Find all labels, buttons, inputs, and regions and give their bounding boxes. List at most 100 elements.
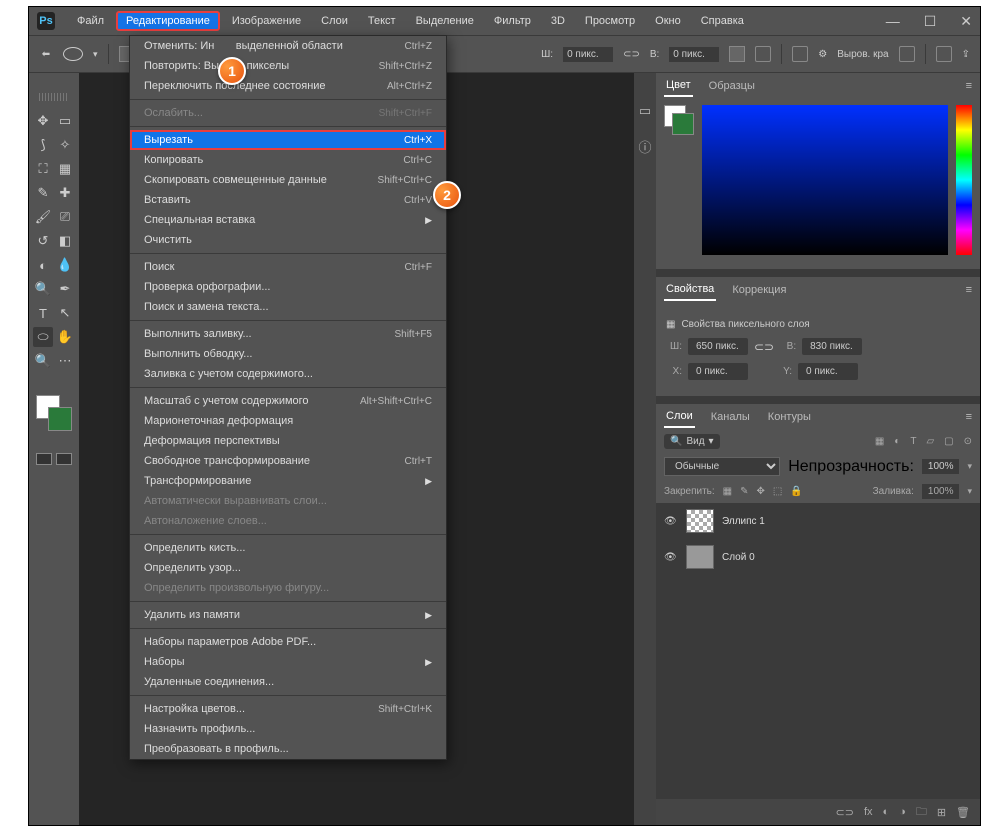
link-icon[interactable]: ⊂⊃ (754, 340, 774, 354)
menu-spellcheck[interactable]: Проверка орфографии... (130, 277, 446, 297)
layer-filter[interactable]: 🔍 Вид ▾ (664, 434, 720, 449)
menu-content-scale[interactable]: Масштаб с учетом содержимогоAlt+Shift+Ct… (130, 391, 446, 411)
heal-tool[interactable]: ✚ (55, 183, 75, 203)
tab-paths[interactable]: Контуры (766, 407, 813, 427)
move-tool[interactable]: ✥ (33, 111, 53, 131)
tab-swatches[interactable]: Образцы (707, 76, 757, 96)
menu-paste-special[interactable]: Специальная вставка▶ (130, 210, 446, 230)
menu-presets[interactable]: Наборы▶ (130, 652, 446, 672)
width-input[interactable] (563, 47, 613, 62)
menu-search[interactable]: ПоискCtrl+F (130, 257, 446, 277)
w-field[interactable]: 650 пикс. (688, 338, 748, 355)
visibility-icon[interactable]: 👁 (664, 552, 678, 563)
x-field[interactable]: 0 пикс. (688, 363, 748, 380)
h-field[interactable]: 830 пикс. (802, 338, 862, 355)
menu-3d[interactable]: 3D (543, 11, 573, 31)
path-tool[interactable]: ↖ (55, 303, 75, 323)
menu-help[interactable]: Справка (693, 11, 752, 31)
eyedropper-tool[interactable]: ✎ (33, 183, 53, 203)
gradient-tool[interactable]: ◐ (33, 255, 53, 275)
opacity-field[interactable]: 100% (922, 459, 960, 474)
home-icon[interactable]: ⬅ (39, 49, 53, 60)
more-tool[interactable]: ⋯ (55, 351, 75, 371)
menu-stroke[interactable]: Выполнить обводку... (130, 344, 446, 364)
crop-tool[interactable]: ⛶ (33, 159, 53, 179)
link-icon[interactable]: ⊂⊃ (623, 49, 640, 60)
menu-perspective-warp[interactable]: Деформация перспективы (130, 431, 446, 451)
height-input[interactable] (669, 47, 719, 62)
frame-tool[interactable]: ▦ (55, 159, 75, 179)
chevron-down-icon[interactable]: ▾ (93, 49, 98, 60)
menu-paste[interactable]: ВставитьCtrl+V (130, 190, 446, 210)
lock-pixels-icon[interactable]: ▦ (723, 486, 732, 497)
tab-channels[interactable]: Каналы (709, 407, 752, 427)
share-icon[interactable]: ⇪ (962, 49, 970, 60)
group-icon[interactable]: 🗀 (916, 803, 927, 822)
adjustment-icon[interactable]: ◑ (899, 806, 906, 818)
menu-define-pattern[interactable]: Определить узор... (130, 558, 446, 578)
hue-slider[interactable] (956, 105, 972, 255)
menu-edit[interactable]: Редактирование (116, 11, 220, 31)
menu-convert-profile[interactable]: Преобразовать в профиль... (130, 739, 446, 759)
menu-copy[interactable]: КопироватьCtrl+C (130, 150, 446, 170)
pathop-icon[interactable] (792, 46, 808, 62)
menu-filter[interactable]: Фильтр (486, 11, 539, 31)
minimize-icon[interactable]: — (886, 13, 900, 30)
ellipse-shape-icon[interactable] (63, 47, 83, 61)
panel-menu-icon[interactable]: ≡ (966, 411, 972, 423)
menu-assign-profile[interactable]: Назначить профиль... (130, 719, 446, 739)
panel-menu-icon[interactable]: ≡ (966, 284, 972, 296)
dodge-tool[interactable]: 🔍 (33, 279, 53, 299)
menu-clear[interactable]: Очистить (130, 230, 446, 250)
menu-fill[interactable]: Выполнить заливку...Shift+F5 (130, 324, 446, 344)
type-tool[interactable]: T (33, 303, 53, 323)
menu-free-transform[interactable]: Свободное трансформированиеCtrl+T (130, 451, 446, 471)
menu-file[interactable]: Файл (69, 11, 112, 31)
lock-nest-icon[interactable]: ⬚ (773, 486, 782, 497)
zoom-tool[interactable]: 🔍 (33, 351, 53, 371)
fx-icon[interactable]: fx (864, 806, 873, 818)
menu-undo[interactable]: Отменить: Ин выделенной областиCtrl+Z (130, 36, 446, 56)
history-brush-tool[interactable]: ↺ (33, 231, 53, 251)
fg-bg-swatch[interactable] (664, 105, 694, 135)
align-icon[interactable] (755, 46, 771, 62)
filter-adjust-icon[interactable]: ◐ (894, 436, 900, 447)
wand-tool[interactable]: ✧ (55, 135, 75, 155)
tab-color[interactable]: Цвет (664, 75, 693, 97)
marquee-tool[interactable]: ▭ (55, 111, 75, 131)
lock-all-icon[interactable]: 🔒 (790, 486, 802, 497)
mask-icon[interactable]: ◐ (883, 806, 890, 818)
menu-view[interactable]: Просмотр (577, 11, 643, 31)
color-swatches[interactable] (36, 395, 72, 431)
stamp-tool[interactable]: ⎚ (55, 207, 75, 227)
opt-icon[interactable] (899, 46, 915, 62)
info-icon[interactable]: ⓘ (638, 137, 651, 156)
y-field[interactable]: 0 пикс. (798, 363, 858, 380)
fill-field[interactable]: 100% (922, 484, 960, 499)
blur-tool[interactable]: 💧 (55, 255, 75, 275)
panel-menu-icon[interactable]: ≡ (966, 80, 972, 92)
tab-adjustments[interactable]: Коррекция (730, 280, 788, 300)
blend-mode-select[interactable]: Обычные (664, 457, 780, 476)
menu-cut[interactable]: ВырезатьCtrl+X (130, 130, 446, 150)
lasso-tool[interactable]: ⟆ (33, 135, 53, 155)
hand-tool[interactable]: ✋ (55, 327, 75, 347)
visibility-icon[interactable]: 👁 (664, 516, 678, 527)
brush-tool[interactable]: 🖌 (33, 207, 53, 227)
menu-color-settings[interactable]: Настройка цветов...Shift+Ctrl+K (130, 699, 446, 719)
pen-tool[interactable]: ✒ (55, 279, 75, 299)
layer-item[interactable]: 👁 Слой 0 (656, 539, 980, 575)
menu-type[interactable]: Текст (360, 11, 404, 31)
filter-type-icon[interactable]: T (910, 436, 916, 447)
filter-shape-icon[interactable]: ▱ (926, 436, 934, 447)
menu-purge[interactable]: Удалить из памяти▶ (130, 605, 446, 625)
arrange-icon[interactable] (936, 46, 952, 62)
fill-swatch[interactable] (729, 46, 745, 62)
layer-item[interactable]: 👁 Эллипс 1 (656, 503, 980, 539)
screen-mode[interactable] (36, 453, 72, 465)
ellipse-tool[interactable]: ⬭ (33, 327, 53, 347)
filter-pixel-icon[interactable]: ▦ (875, 436, 884, 447)
panel-grip[interactable] (39, 93, 69, 101)
history-icon[interactable]: ▭ (639, 103, 651, 119)
menu-pdf-presets[interactable]: Наборы параметров Adobe PDF... (130, 632, 446, 652)
